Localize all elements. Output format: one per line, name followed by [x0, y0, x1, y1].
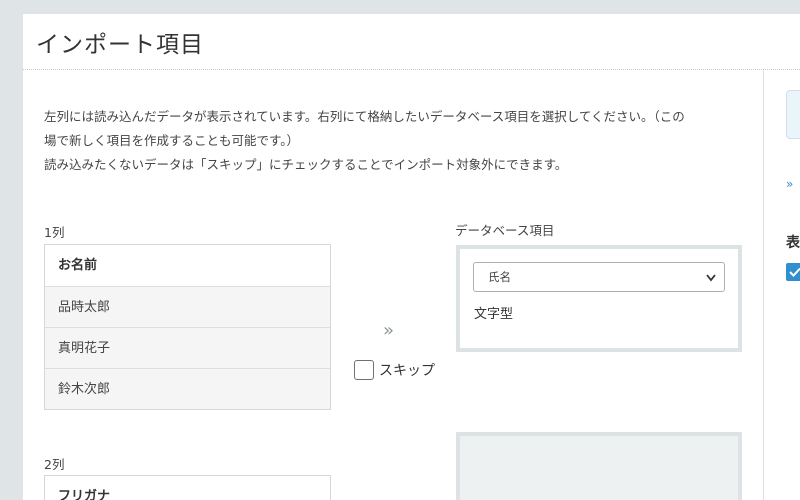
database-field-selected: 氏名 — [488, 270, 511, 284]
column-2-header: フリガナ — [45, 476, 330, 500]
title-bar: インポート項目 — [23, 14, 800, 70]
double-chevron-right-icon: » — [383, 320, 394, 341]
database-field-box-2 — [456, 432, 742, 500]
database-field-select[interactable]: 氏名 — [473, 262, 725, 292]
description: 左列には読み込んだデータが表示されています。右列にて格納したいデータベース項目を… — [44, 105, 749, 177]
description-line-3: 読み込みたくないデータは「スキップ」にチェックすることでインポート対象外にできま… — [44, 157, 568, 172]
database-field-label: データベース項目 — [455, 223, 555, 238]
skip-checkbox[interactable] — [354, 360, 374, 380]
sidebar-divider — [763, 70, 764, 500]
database-field-type: 文字型 — [474, 307, 514, 322]
checkmark-icon — [789, 267, 800, 277]
description-line-1: 左列には読み込んだデータが表示されています。右列にて格納したいデータベース項目を… — [44, 109, 685, 124]
database-field-box: 氏名 文字型 — [456, 245, 742, 352]
mapping-area: 左列には読み込んだデータが表示されています。右列にて格納したいデータベース項目を… — [23, 70, 763, 500]
skip-label: スキップ — [379, 363, 435, 379]
side-link[interactable]: » — [786, 177, 793, 191]
side-checkbox[interactable] — [786, 263, 800, 281]
skip-toggle[interactable]: スキップ — [354, 360, 435, 380]
side-action-button[interactable] — [786, 90, 800, 139]
column-1-preview: お名前 品時太郎 真明花子 鈴木次郎 — [44, 244, 331, 410]
column-2-label: 2列 — [44, 457, 65, 472]
side-heading: 表 — [786, 235, 800, 251]
column-1-header: お名前 — [45, 245, 330, 286]
description-line-2: 場で新しく項目を作成することも可能です。） — [44, 133, 300, 148]
column-1-row: 真明花子 — [45, 327, 330, 368]
column-1-row: 鈴木次郎 — [45, 368, 330, 409]
chevron-down-icon — [705, 264, 717, 303]
column-1-row: 品時太郎 — [45, 286, 330, 327]
page-title: インポート項目 — [36, 32, 204, 58]
column-2-preview: フリガナ — [44, 475, 331, 500]
main-panel: インポート項目 左列には読み込んだデータが表示されています。右列にて格納したいデ… — [23, 14, 800, 500]
column-1-label: 1列 — [44, 225, 65, 240]
